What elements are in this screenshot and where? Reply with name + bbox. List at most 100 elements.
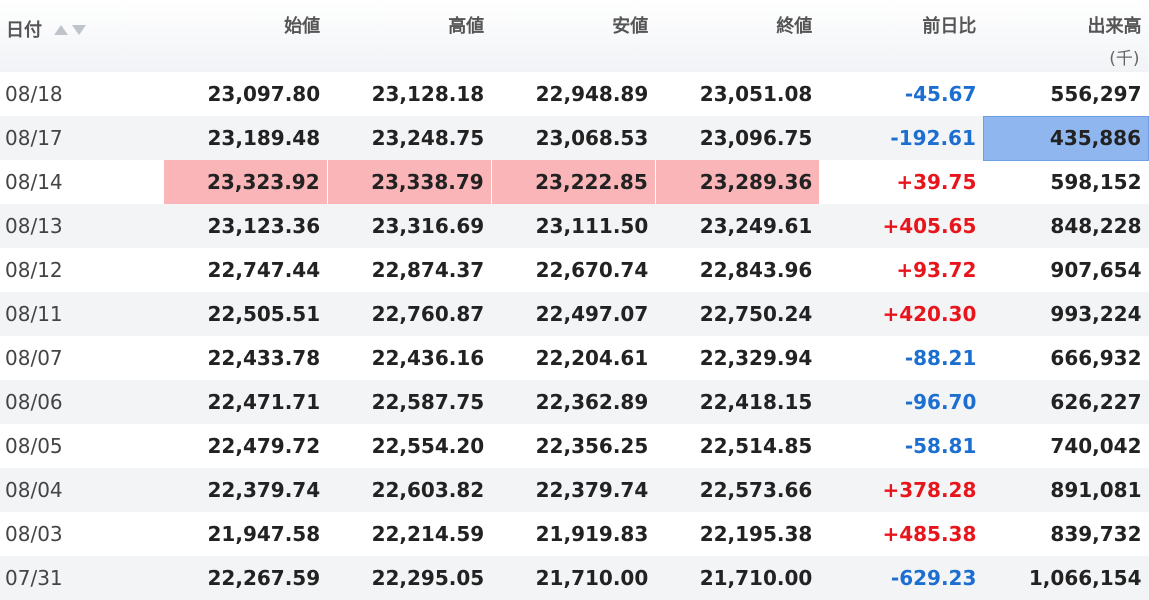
table-body: 08/18 23,097.80 23,128.18 22,948.89 23,051.0…: [0, 72, 1149, 600]
high-cell: 22,760.87: [371, 302, 485, 326]
table-row: 08/17 23,189.48 23,248.75 23,068.53 23,096.7…: [0, 115, 1149, 161]
volume-cell: 993,224: [1050, 302, 1142, 326]
date-column-header: 日付: [0, 0, 163, 72]
date-cell: 08/06: [5, 390, 63, 414]
change-cell: +378.28: [882, 478, 977, 502]
low-cell: 22,362.89: [535, 390, 649, 414]
open-cell: 22,471.71: [207, 390, 321, 414]
open-column-header: 始値: [284, 16, 321, 37]
low-cell: 22,497.07: [535, 302, 649, 326]
close-cell: 22,514.85: [699, 434, 813, 458]
volume-unit-label: (千): [1109, 49, 1140, 69]
high-cell: 22,874.37: [371, 258, 485, 282]
volume-cell: 891,081: [1050, 478, 1142, 502]
open-cell: 22,747.44: [207, 258, 321, 282]
table-row: 08/12 22,747.44 22,874.37 22,670.74 22,843.9…: [0, 248, 1149, 292]
low-cell: 23,068.53: [535, 126, 649, 150]
date-cell: 08/04: [5, 478, 63, 502]
open-cell: 22,479.72: [207, 434, 321, 458]
high-cell: 23,316.69: [371, 214, 485, 238]
change-cell: +405.65: [882, 214, 977, 238]
volume-cell: 1,066,154: [1028, 566, 1142, 590]
table-header: 日付 始値 高値 安値 終値 前日比 出来高 (千): [0, 0, 1149, 72]
low-column-header: 安値: [612, 16, 649, 37]
change-cell: +420.30: [882, 302, 977, 326]
table-row: 08/04 22,379.74 22,603.82 22,379.74 22,573.6…: [0, 468, 1149, 512]
date-cell: 07/31: [5, 566, 63, 590]
table-row: 08/03 21,947.58 22,214.59 21,919.83 22,195.3…: [0, 512, 1149, 556]
close-cell: 22,195.38: [699, 522, 813, 546]
change-cell: -96.70: [904, 390, 977, 414]
volume-cell: 666,932: [1050, 346, 1142, 370]
volume-cell: 740,042: [1050, 434, 1142, 458]
close-cell: 21,710.00: [699, 566, 813, 590]
table-row: 08/07 22,433.78 22,436.16 22,204.61 22,329.9…: [0, 336, 1149, 380]
low-cell: 21,919.83: [535, 522, 649, 546]
high-cell: 22,554.20: [371, 434, 485, 458]
low-cell: 22,948.89: [535, 82, 649, 106]
low-cell: 22,204.61: [535, 346, 649, 370]
open-cell: 22,267.59: [207, 566, 321, 590]
low-cell: 21,710.00: [535, 566, 649, 590]
table-row: 08/06 22,471.71 22,587.75 22,362.89 22,418.1…: [0, 380, 1149, 424]
header-row: 日付 始値 高値 安値 終値 前日比 出来高 (千): [0, 0, 1149, 72]
open-cell: 22,505.51: [207, 302, 321, 326]
date-cell: 08/14: [5, 170, 63, 194]
open-cell: 22,433.78: [207, 346, 321, 370]
open-cell: 23,323.92: [162, 160, 328, 204]
change-cell: +39.75: [896, 170, 977, 194]
volume-cell: 556,297: [1050, 81, 1142, 106]
close-column-header: 終値: [776, 16, 813, 37]
volume-cell: 598,152: [1050, 170, 1142, 195]
high-cell: 23,128.18: [371, 82, 485, 106]
sort-ascending-icon[interactable]: [54, 25, 69, 35]
volume-column-header: 出来高 (千): [983, 0, 1148, 72]
table-row: 08/14 23,323.92 23,338.79 23,222.85 23,289.3…: [0, 160, 1149, 204]
date-cell: 08/05: [5, 434, 63, 458]
sort-controls: [54, 19, 90, 40]
open-cell: 23,189.48: [207, 126, 321, 150]
low-cell: 22,670.74: [535, 258, 649, 282]
sort-descending-icon[interactable]: [72, 25, 87, 35]
change-cell: -45.67: [904, 82, 977, 106]
close-cell: 22,573.66: [699, 478, 813, 502]
open-cell: 21,947.58: [207, 522, 321, 546]
volume-cell: 839,732: [1050, 522, 1142, 546]
date-cell: 08/18: [5, 82, 63, 106]
open-cell: 23,123.36: [207, 214, 321, 238]
close-cell: 22,329.94: [699, 346, 813, 370]
close-cell: 23,289.36: [654, 160, 820, 204]
change-cell: -192.61: [890, 126, 976, 150]
close-cell: 22,750.24: [699, 302, 813, 326]
volume-cell: 626,227: [1050, 390, 1142, 414]
date-cell: 08/17: [5, 126, 63, 150]
high-cell: 22,214.59: [371, 522, 485, 546]
date-cell: 08/13: [5, 214, 63, 238]
change-cell: -58.81: [904, 434, 977, 458]
change-cell: -88.21: [904, 346, 977, 370]
close-cell: 23,249.61: [699, 214, 813, 238]
open-cell: 22,379.74: [207, 478, 321, 502]
volume-header-label: 出来高: [1087, 16, 1142, 37]
close-cell: 23,096.75: [699, 126, 813, 150]
low-cell: 22,379.74: [535, 478, 649, 502]
date-cell: 08/07: [5, 346, 63, 370]
high-cell: 23,248.75: [371, 126, 485, 150]
date-cell: 08/11: [5, 302, 63, 326]
close-cell: 22,418.15: [699, 390, 813, 414]
high-column-header: 高値: [448, 16, 485, 37]
high-cell: 22,436.16: [371, 346, 485, 370]
change-cell: +93.72: [896, 258, 977, 282]
change-cell: +485.38: [882, 522, 977, 546]
change-column-header: 前日比: [922, 16, 977, 37]
date-cell: 08/12: [5, 258, 63, 282]
volume-cell: 848,228: [1050, 214, 1142, 238]
volume-cell: 907,654: [1050, 258, 1142, 282]
low-cell: 23,111.50: [535, 214, 649, 238]
high-cell: 22,295.05: [371, 566, 485, 590]
low-cell: 22,356.25: [535, 434, 649, 458]
high-cell: 22,587.75: [371, 390, 485, 414]
table-row: 08/13 23,123.36 23,316.69 23,111.50 23,249.6…: [0, 204, 1149, 248]
high-cell: 22,603.82: [371, 478, 485, 502]
change-cell: -629.23: [890, 566, 977, 590]
